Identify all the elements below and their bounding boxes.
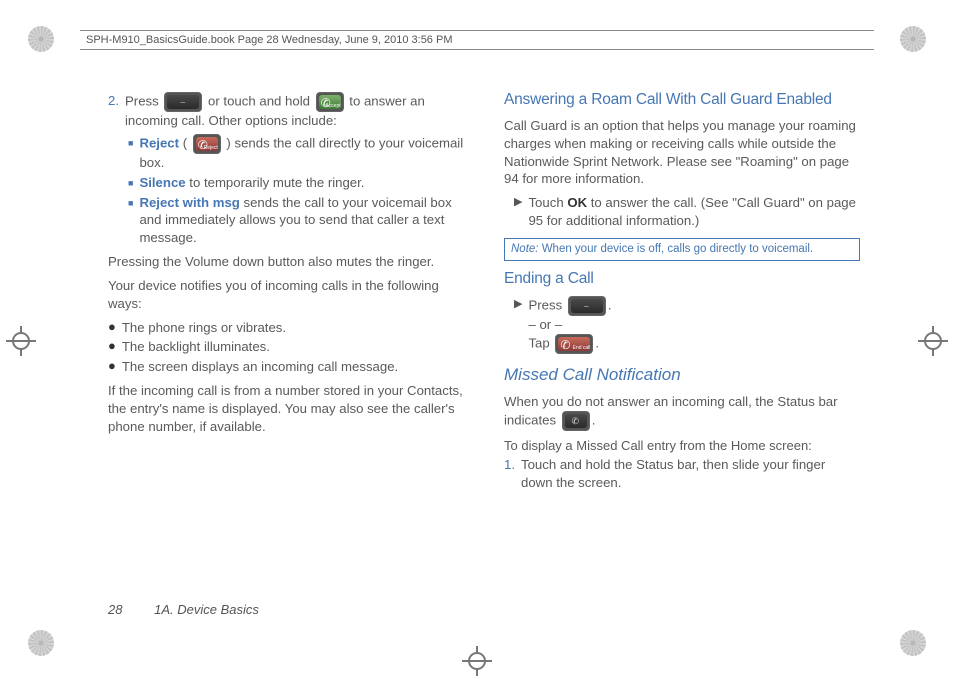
txt: The phone rings or vibrates.	[122, 319, 286, 337]
crop-mark-br	[900, 630, 926, 656]
step-2: 2. Press ⎯ or touch and hold ✆Accept to …	[108, 92, 464, 130]
page-footer: 28 1A. Device Basics	[108, 602, 259, 617]
txt: Touch	[528, 195, 567, 210]
print-header: SPH-M910_BasicsGuide.book Page 28 Wednes…	[80, 30, 874, 50]
right-column: Answering a Roam Call With Call Guard En…	[504, 90, 860, 582]
talk-key-icon: ⎯	[164, 92, 202, 112]
txt: Touch OK to answer the call. (See "Call …	[528, 194, 860, 230]
notify-intro: Your device notifies you of incoming cal…	[108, 277, 464, 313]
txt: .	[592, 412, 596, 427]
sub-silence: ■ Silence to temporarily mute the ringer…	[128, 174, 464, 192]
txt: to temporarily mute the ringer.	[186, 175, 365, 190]
contacts-note: If the incoming call is from a number st…	[108, 382, 464, 435]
txt: The screen displays an incoming call mes…	[122, 358, 398, 376]
page-number: 28	[108, 602, 122, 617]
bullet-square-icon: ■	[128, 174, 133, 192]
accept-button-icon: ✆Accept	[316, 92, 344, 112]
crop-mark-tl	[28, 26, 54, 52]
txt: Touch and hold the Status bar, then slid…	[521, 456, 860, 492]
txt: (	[179, 135, 191, 150]
missed-call-desc: When you do not answer an incoming call,…	[504, 393, 860, 431]
or-text: – or –	[528, 317, 562, 332]
txt: Reject ( ✆Reject ) sends the call direct…	[139, 134, 464, 172]
txt: Press ⎯. – or – Tap ✆End call.	[528, 296, 611, 354]
call-guard-desc: Call Guard is an option that helps you m…	[504, 117, 860, 188]
reject-with-msg-keyword: Reject with msg	[139, 195, 239, 210]
heading-ending-call: Ending a Call	[504, 269, 860, 290]
left-column: 2. Press ⎯ or touch and hold ✆Accept to …	[108, 90, 464, 582]
bullet-rings: ● The phone rings or vibrates.	[108, 319, 464, 337]
triangle-bullet-icon: ▶	[514, 194, 522, 230]
txt: Silence to temporarily mute the ringer.	[139, 174, 364, 192]
end-key-icon: ⎯	[568, 296, 606, 316]
step-1-statusbar: 1. Touch and hold the Status bar, then s…	[504, 456, 860, 492]
txt: When you do not answer an incoming call,…	[504, 394, 838, 427]
step-2-text: Press ⎯ or touch and hold ✆Accept to ans…	[125, 92, 464, 130]
end-call-button-icon: ✆End call	[555, 334, 593, 354]
reject-button-icon: ✆Reject	[193, 134, 221, 154]
txt: or touch and hold	[208, 93, 314, 108]
note-text: When your device is off, calls go direct…	[539, 243, 814, 255]
missed-call-icon: ✆	[562, 411, 590, 431]
bullet-screen: ● The screen displays an incoming call me…	[108, 358, 464, 376]
reject-keyword: Reject	[139, 135, 179, 150]
heading-roam-call: Answering a Roam Call With Call Guard En…	[504, 90, 860, 111]
crop-mark-bl	[28, 630, 54, 656]
subheading-display-missed: To display a Missed Call entry from the …	[504, 437, 860, 455]
crop-mark-tr	[900, 26, 926, 52]
note-label: Note:	[511, 243, 539, 255]
section-title: 1A. Device Basics	[154, 602, 259, 617]
registration-cross-right	[918, 326, 948, 356]
bullet-dot-icon: ●	[108, 319, 116, 337]
txt: Press	[528, 298, 565, 313]
txt: Reject with msg sends the call to your v…	[139, 194, 464, 247]
registration-cross-left	[6, 326, 36, 356]
page-body: 2. Press ⎯ or touch and hold ✆Accept to …	[108, 90, 860, 582]
bullet-dot-icon: ●	[108, 338, 116, 356]
silence-keyword: Silence	[139, 175, 185, 190]
sub-reject-msg: ■ Reject with msg sends the call to your…	[128, 194, 464, 247]
bullet-square-icon: ■	[128, 194, 133, 247]
ok-label: OK	[567, 195, 587, 210]
bullet-dot-icon: ●	[108, 358, 116, 376]
sub-reject: ■ Reject ( ✆Reject ) sends the call dire…	[128, 134, 464, 172]
bullet-square-icon: ■	[128, 134, 133, 172]
registration-cross-bottom	[462, 646, 492, 676]
txt: Press	[125, 93, 162, 108]
txt: Tap	[528, 336, 553, 351]
note-box: Note: When your device is off, calls go …	[504, 238, 860, 262]
press-end-step: ▶ Press ⎯. – or – Tap ✆End call.	[514, 296, 860, 354]
step-number: 1.	[504, 456, 515, 492]
step-number: 2.	[108, 92, 119, 130]
volume-note: Pressing the Volume down button also mut…	[108, 253, 464, 271]
touch-ok-step: ▶ Touch OK to answer the call. (See "Cal…	[514, 194, 860, 230]
heading-missed-call: Missed Call Notification	[504, 364, 860, 387]
triangle-bullet-icon: ▶	[514, 296, 522, 354]
bullet-backlight: ● The backlight illuminates.	[108, 338, 464, 356]
txt: The backlight illuminates.	[122, 338, 270, 356]
